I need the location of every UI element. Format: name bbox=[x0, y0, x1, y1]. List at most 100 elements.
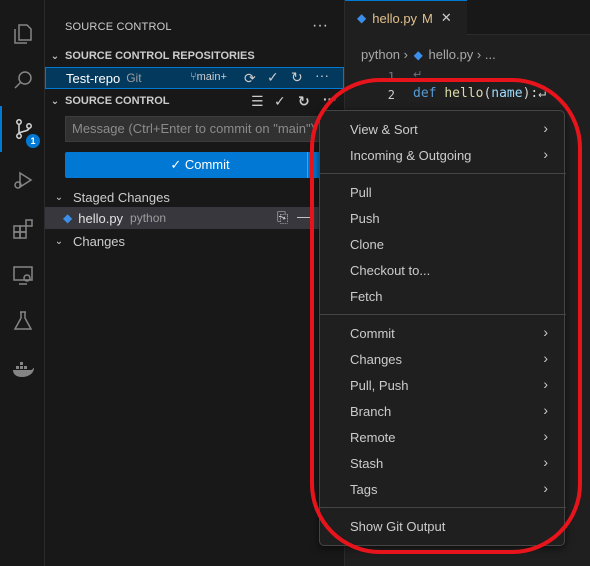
menu-item-label: Remote bbox=[350, 429, 396, 445]
tab-bar: ◆ hello.py M ✕ bbox=[345, 0, 590, 35]
branch-icon: ⑂ bbox=[190, 71, 197, 83]
breadcrumb-folder[interactable]: python bbox=[361, 47, 400, 62]
menu-separator bbox=[320, 507, 566, 508]
chevron-down-icon: ⌄ bbox=[54, 235, 64, 247]
line-ending-mark: ↵ bbox=[413, 69, 423, 81]
repositories-section-label: SOURCE CONTROL REPOSITORIES bbox=[65, 50, 255, 62]
commit-button[interactable]: ✓ Commit bbox=[65, 152, 335, 178]
menu-separator bbox=[320, 314, 566, 315]
staged-changes-label: Staged Changes bbox=[73, 189, 170, 205]
menu-item-label: Pull, Push bbox=[350, 377, 409, 393]
tab-label: hello.py bbox=[372, 10, 418, 26]
tab-hello-py[interactable]: ◆ hello.py M ✕ bbox=[345, 0, 467, 35]
menu-item-commit[interactable]: Commit › bbox=[320, 320, 566, 346]
menu-item-label: Branch bbox=[350, 403, 392, 419]
extensions-icon[interactable] bbox=[0, 206, 45, 252]
refresh-icon[interactable]: ↻ bbox=[291, 69, 303, 86]
menu-item-clone[interactable]: Clone bbox=[320, 231, 566, 257]
scm-more-icon[interactable]: ··· bbox=[323, 91, 337, 107]
chevron-right-icon: › bbox=[543, 350, 548, 366]
menu-item-push[interactable]: Push bbox=[320, 205, 566, 231]
menu-item-incoming-outgoing[interactable]: Incoming & Outgoing › bbox=[320, 142, 566, 168]
chevron-right-icon: › bbox=[543, 376, 548, 392]
menu-item-remote[interactable]: Remote › bbox=[320, 424, 566, 450]
commit-check-icon[interactable]: ✓ bbox=[274, 93, 286, 110]
menu-item-pull-push[interactable]: Pull, Push › bbox=[320, 372, 566, 398]
commit-message-input[interactable]: Message (Ctrl+Enter to commit on "main") bbox=[65, 116, 335, 142]
menu-item-fetch[interactable]: Fetch bbox=[320, 283, 566, 309]
repositories-section-header[interactable]: ⌄ SOURCE CONTROL REPOSITORIES bbox=[45, 45, 345, 67]
python-file-icon: ◆ bbox=[413, 48, 423, 62]
menu-item-branch[interactable]: Branch › bbox=[320, 398, 566, 424]
menu-item-label: Pull bbox=[350, 184, 372, 200]
commit-label: ✓ Commit bbox=[170, 157, 230, 172]
scm-section-header[interactable]: ⌄ SOURCE CONTROL ☰ ✓ ↻ ··· bbox=[45, 90, 345, 112]
branch-indicator[interactable]: ⑂main+ bbox=[190, 71, 227, 83]
menu-item-show-git-output[interactable]: Show Git Output bbox=[320, 513, 566, 539]
repository-row[interactable]: Test-repo Git ⑂main+ ⟳ ✓ ↻ ··· bbox=[45, 67, 344, 89]
scm-more-actions-menu: View & Sort › Incoming & Outgoing › Pull P… bbox=[319, 110, 566, 546]
testing-icon[interactable] bbox=[0, 298, 45, 344]
menu-item-label: Checkout to... bbox=[350, 262, 431, 278]
line-number: 1 bbox=[387, 70, 395, 84]
menu-item-label: Fetch bbox=[350, 288, 383, 304]
menu-item-checkout[interactable]: Checkout to... bbox=[320, 257, 566, 283]
menu-separator bbox=[320, 173, 566, 174]
menu-item-label: Clone bbox=[350, 236, 384, 252]
docker-icon[interactable] bbox=[0, 346, 45, 392]
code-function: hello bbox=[444, 86, 484, 101]
open-file-icon[interactable]: ⎘ bbox=[277, 209, 288, 226]
chevron-right-icon: › bbox=[543, 480, 548, 496]
unstage-icon[interactable]: — bbox=[297, 208, 311, 224]
chevron-down-icon: ⌄ bbox=[54, 191, 64, 203]
code-paren-close: ):↵ bbox=[522, 86, 547, 101]
menu-item-changes[interactable]: Changes › bbox=[320, 346, 566, 372]
line-number-gutter: 1 2 bbox=[345, 68, 395, 104]
chevron-down-icon: ⌄ bbox=[50, 50, 60, 62]
view-as-list-icon[interactable]: ☰ bbox=[251, 93, 264, 110]
chevron-down-icon: ⌄ bbox=[50, 95, 60, 107]
sidebar-title: SOURCE CONTROL bbox=[65, 21, 172, 33]
changes-group[interactable]: ⌄ Changes bbox=[45, 230, 345, 252]
menu-item-label: Changes bbox=[350, 351, 403, 367]
menu-item-tags[interactable]: Tags › bbox=[320, 476, 566, 502]
breadcrumb-symbol[interactable]: ... bbox=[485, 47, 496, 62]
staged-file-lang: python bbox=[130, 211, 167, 225]
chevron-right-icon: › bbox=[543, 324, 548, 340]
python-file-icon: ◆ bbox=[357, 11, 367, 25]
changes-label: Changes bbox=[73, 233, 126, 249]
source-control-icon[interactable]: 1 bbox=[0, 106, 45, 152]
staged-file-name: hello.py bbox=[78, 210, 124, 226]
remote-explorer-icon[interactable] bbox=[0, 252, 45, 298]
scm-badge: 1 bbox=[26, 134, 40, 148]
chevron-right-icon: › bbox=[543, 402, 548, 418]
breadcrumb-file[interactable]: hello.py bbox=[428, 47, 473, 62]
chevron-right-icon: › bbox=[543, 120, 548, 136]
more-actions-icon[interactable]: ··· bbox=[312, 17, 328, 35]
source-control-sidebar: SOURCE CONTROL ··· ⌄ SOURCE CONTROL REPO… bbox=[45, 0, 345, 566]
run-debug-icon[interactable] bbox=[0, 157, 45, 203]
close-icon[interactable]: ✕ bbox=[441, 10, 452, 26]
explorer-icon[interactable] bbox=[0, 11, 45, 57]
menu-item-label: Tags bbox=[350, 481, 378, 497]
breadcrumb: python › ◆ hello.py › ... bbox=[361, 47, 496, 62]
staged-file-row[interactable]: ◆ hello.py python ⎘ — bbox=[45, 207, 345, 229]
staged-changes-group[interactable]: ⌄ Staged Changes bbox=[45, 186, 345, 208]
code-line[interactable]: def hello(name):↵ bbox=[413, 86, 546, 101]
python-file-icon: ◆ bbox=[63, 211, 73, 225]
menu-item-pull[interactable]: Pull bbox=[320, 179, 566, 205]
menu-item-view-sort[interactable]: View & Sort › bbox=[320, 116, 566, 142]
menu-item-label: Show Git Output bbox=[350, 518, 446, 534]
check-icon[interactable]: ✓ bbox=[267, 69, 279, 86]
modified-indicator: M bbox=[422, 10, 433, 26]
repo-more-icon[interactable]: ··· bbox=[315, 67, 329, 83]
search-icon[interactable] bbox=[0, 57, 45, 103]
menu-item-stash[interactable]: Stash › bbox=[320, 450, 566, 476]
repo-type: Git bbox=[126, 71, 142, 85]
branch-name: main+ bbox=[196, 71, 227, 83]
menu-item-label: Commit bbox=[350, 325, 395, 341]
menu-item-label: Incoming & Outgoing bbox=[350, 147, 472, 163]
refresh-icon[interactable]: ↻ bbox=[298, 93, 310, 110]
menu-item-label: Stash bbox=[350, 455, 384, 471]
sync-icon[interactable]: ⟳ bbox=[244, 70, 256, 87]
